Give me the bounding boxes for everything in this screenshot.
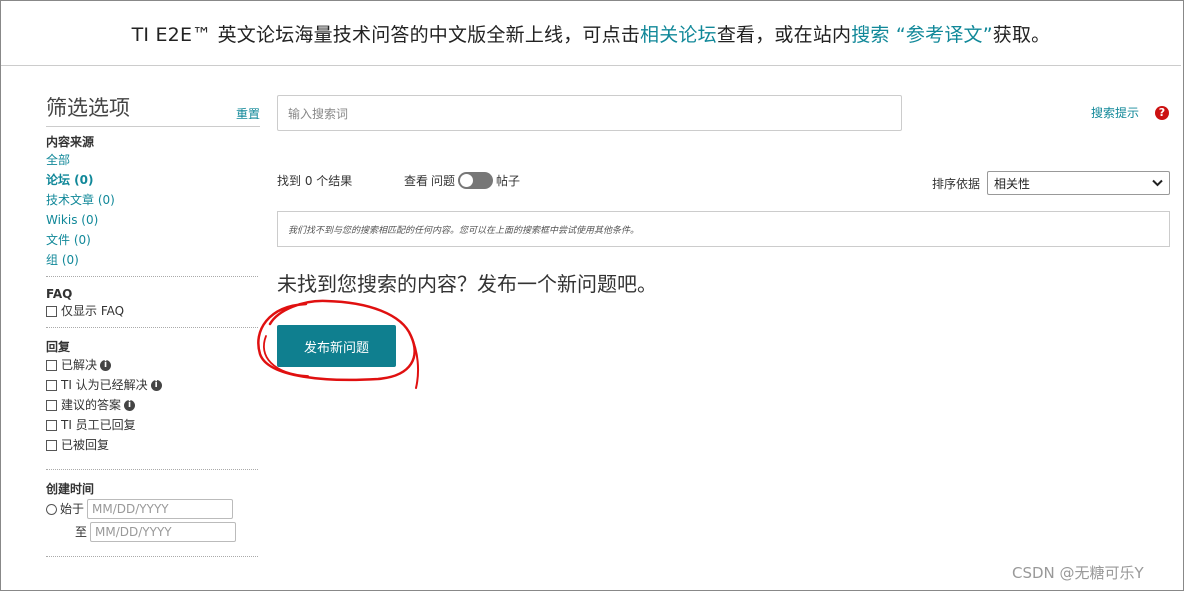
chevron-down-icon — [1152, 179, 1163, 187]
reply-suggested-label: 建议的答案 — [61, 398, 122, 412]
watermark: CSDN @无糖可乐Y — [1012, 564, 1144, 582]
search-placeholder: 输入搜索词 — [288, 106, 349, 121]
checkbox-box[interactable] — [46, 379, 57, 391]
banner-text-post: 获取。 — [992, 23, 1051, 46]
view-toggle-group: 查看 问题 帖子 — [404, 172, 520, 189]
filter-header: 筛选选项 重置 — [46, 92, 260, 127]
filter-sidebar: 筛选选项 重置 内容来源 全部 论坛 (0) 技术文章 (0) Wikis (0… — [46, 92, 260, 567]
checkbox-box[interactable] — [46, 419, 57, 431]
no-results-notice: 我们找不到与您的搜索相匹配的任何内容。您可以在上面的搜索框中尝试使用其他条件。 — [277, 211, 1170, 247]
no-results-text: 我们找不到与您的搜索相匹配的任何内容。您可以在上面的搜索框中尝试使用其他条件。 — [288, 225, 640, 236]
faq-only-checkbox[interactable]: 仅显示 FAQ — [46, 301, 260, 321]
info-icon[interactable]: i — [100, 359, 112, 371]
checkbox-box[interactable] — [46, 399, 57, 411]
divider — [46, 327, 258, 328]
view-label: 查看 — [404, 174, 429, 188]
faq-only-label: 仅显示 FAQ — [61, 304, 125, 318]
sort-label: 排序依据 — [932, 177, 981, 191]
created-title: 创建时间 — [46, 482, 95, 496]
checkbox-box[interactable] — [46, 305, 57, 317]
reply-ti-solved-checkbox[interactable]: TI 认为已经解决 i — [46, 375, 260, 395]
reply-ti-staff-label: TI 员工已回复 — [61, 418, 136, 432]
search-input[interactable]: 输入搜索词 — [277, 95, 902, 131]
info-icon[interactable]: i — [150, 379, 162, 391]
banner-text-pre: TI E2E™ 英文论坛海量技术问答的中文版全新上线，可点击 — [131, 23, 641, 46]
divider — [46, 556, 258, 557]
reply-suggested-checkbox[interactable]: 建议的答案 i — [46, 395, 260, 415]
toggle-knob — [460, 174, 474, 187]
help-icon[interactable]: ? — [1155, 106, 1169, 120]
divider — [46, 469, 258, 470]
empty-state-title: 未找到您搜索的内容？发布一个新问题吧。 — [277, 272, 657, 296]
red-annotation-circle — [257, 299, 420, 389]
results-count: 找到 0 个结果 — [277, 174, 353, 188]
created-from-radio[interactable] — [46, 503, 57, 515]
created-from-row: 始于 MM/DD/YYYY — [46, 499, 260, 519]
divider — [46, 276, 258, 277]
reset-link[interactable]: 重置 — [236, 105, 260, 122]
sort-select[interactable]: 相关性 — [987, 171, 1170, 195]
reply-answered-checkbox[interactable]: 已被回复 — [46, 435, 260, 455]
checkbox-box[interactable] — [46, 359, 57, 371]
source-all[interactable]: 全部 — [46, 150, 260, 170]
reply-solved-label: 已解决 — [61, 358, 98, 372]
reply-title: 回复 — [46, 340, 71, 354]
source-forum[interactable]: 论坛 (0) — [46, 170, 260, 190]
announcement-banner: TI E2E™ 英文论坛海量技术问答的中文版全新上线，可点击 相关论坛 查看，或… — [1, 1, 1181, 66]
created-to-row: 至 MM/DD/YYYY — [46, 522, 260, 542]
info-icon[interactable]: i — [124, 399, 136, 411]
created-from-input[interactable]: MM/DD/YYYY — [87, 499, 234, 519]
content-source-title: 内容来源 — [46, 135, 95, 149]
view-toggle[interactable] — [458, 172, 494, 189]
reply-answered-label: 已被回复 — [61, 438, 110, 452]
reply-solved-checkbox[interactable]: 已解决 i — [46, 355, 260, 375]
created-to-input[interactable]: MM/DD/YYYY — [90, 522, 237, 542]
filter-title: 筛选选项 — [46, 96, 130, 120]
banner-link-forum[interactable]: 相关论坛 — [640, 20, 717, 47]
reply-ti-solved-label: TI 认为已经解决 — [61, 378, 148, 392]
sort-value: 相关性 — [994, 176, 1031, 191]
faq-title: FAQ — [46, 287, 73, 301]
reply-ti-staff-checkbox[interactable]: TI 员工已回复 — [46, 415, 260, 435]
banner-text-mid: 查看，或在站内 — [716, 23, 852, 46]
banner-link-search[interactable]: 搜索 “参考译文” — [851, 20, 993, 47]
source-wikis[interactable]: Wikis (0) — [46, 210, 260, 230]
checkbox-box[interactable] — [46, 439, 57, 451]
search-tips-link[interactable]: 搜索提示 — [1091, 104, 1139, 121]
view-option-posts: 帖子 — [496, 174, 521, 188]
source-groups[interactable]: 组 (0) — [46, 250, 260, 270]
source-files[interactable]: 文件 (0) — [46, 230, 260, 250]
created-to-label: 至 — [75, 525, 88, 539]
created-from-label: 始于 — [60, 502, 85, 516]
view-option-questions: 问题 — [431, 174, 456, 188]
source-articles[interactable]: 技术文章 (0) — [46, 190, 260, 210]
